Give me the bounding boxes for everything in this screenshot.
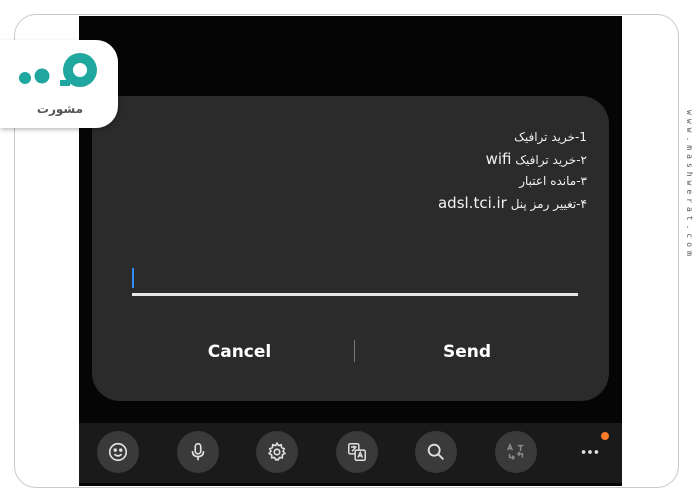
logo-text: مشورت (36, 102, 84, 116)
brand-logo: مشورت (0, 40, 118, 128)
ussd-menu-item-4: ۴-تغییر رمز پنل adsl.tci.ir (437, 194, 587, 212)
ussd-menu-item-2: ۲-خرید ترافیک wifi (485, 150, 587, 168)
cancel-button[interactable]: Cancel (192, 336, 287, 368)
keyboard-toolbar (79, 423, 622, 483)
ussd-dialog: 1-خرید ترافیک ۲-خرید ترافیک wifi ۳-مانده… (92, 96, 609, 401)
microphone-icon[interactable] (177, 431, 219, 473)
emoji-icon[interactable] (97, 431, 139, 473)
search-icon[interactable] (415, 431, 457, 473)
ussd-menu: 1-خرید ترافیک ۲-خرید ترافیک wifi ۳-مانده… (227, 126, 587, 214)
side-watermark: www.mashwerat.com (685, 110, 694, 260)
logo-mark-icon (19, 53, 97, 87)
text-convert-icon[interactable] (495, 431, 537, 473)
button-divider (354, 340, 355, 362)
translate-icon[interactable] (336, 431, 378, 473)
settings-icon[interactable] (256, 431, 298, 473)
ussd-menu-item-3: ۳-مانده اعتبار (519, 174, 587, 188)
text-cursor (132, 268, 134, 288)
ussd-reply-input[interactable] (132, 264, 578, 300)
ussd-menu-item-1: 1-خرید ترافیک (514, 130, 587, 144)
input-underline (132, 293, 578, 296)
notification-dot (601, 432, 609, 440)
send-button[interactable]: Send (422, 336, 512, 368)
